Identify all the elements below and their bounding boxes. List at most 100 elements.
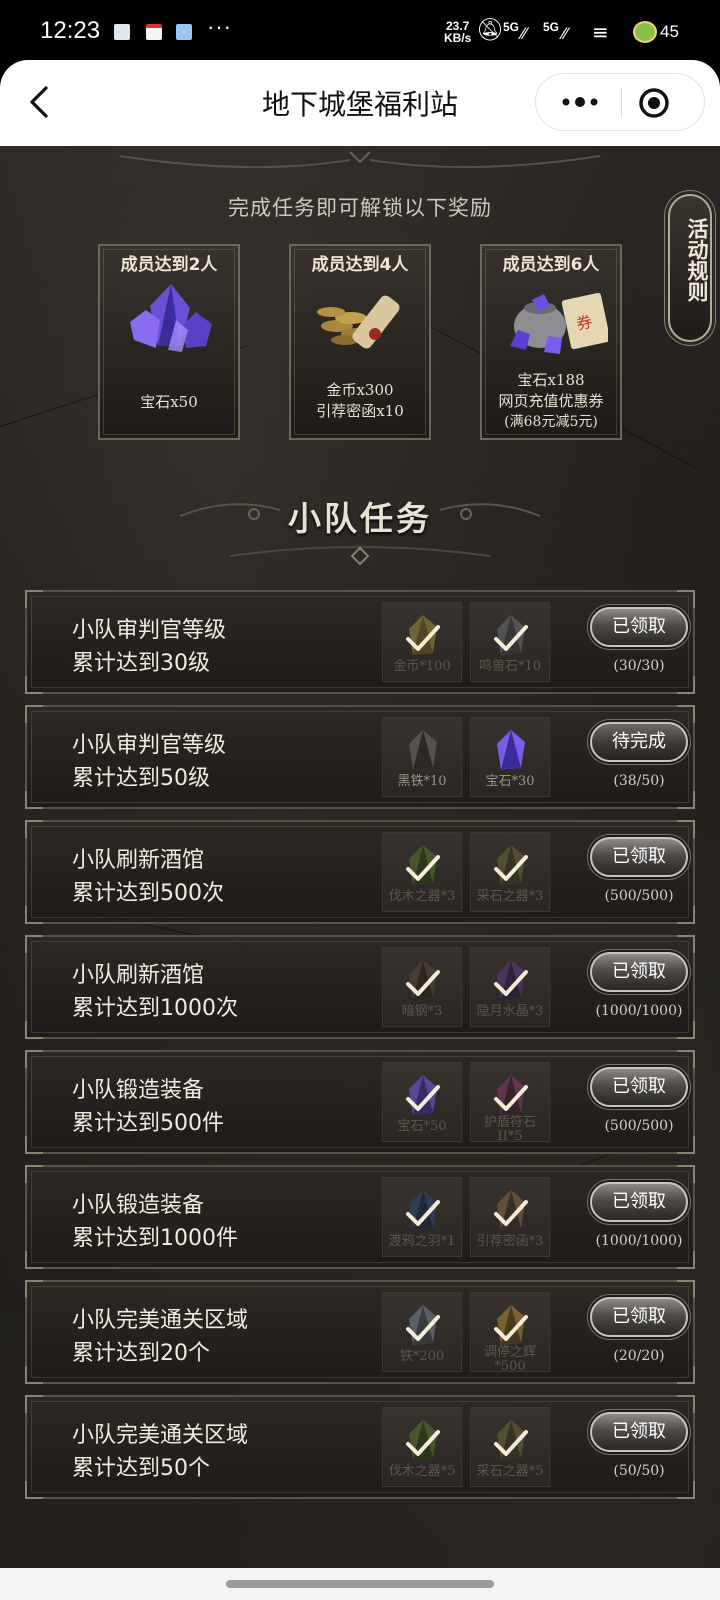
reward-item[interactable]: 宝石*50 (382, 1062, 462, 1142)
task-title: 小队审判官等级 (72, 733, 227, 758)
reward-desc-line: 宝石x188 (517, 371, 585, 389)
task-status-button[interactable]: 已领取 (590, 952, 688, 992)
mute-bell-icon: 🔕︎ (476, 18, 504, 43)
reward-item[interactable]: 伐木之器*3 (382, 832, 462, 912)
task-status-button[interactable]: 已领取 (590, 1067, 688, 1107)
task-frame-corner (677, 791, 695, 809)
task-status-button[interactable]: 已领取 (590, 1182, 688, 1222)
task-title: 小队锻造装备 (72, 1193, 205, 1218)
reward-item[interactable]: 护盾符石 II*5 (470, 1062, 550, 1144)
reward-item-label: 隐月水晶*3 (476, 1004, 544, 1019)
signal-bars-2-icon: ⁄⁄ (562, 24, 568, 43)
reward-item[interactable]: 暗钢*3 (382, 947, 462, 1027)
reward-title: 成员达到6人 (502, 255, 600, 275)
more-options-icon[interactable] (558, 86, 602, 118)
reward-title: 成员达到2人 (120, 255, 218, 275)
reward-desc-line: 金币x300 (326, 381, 394, 399)
task-progress: (500/500) (604, 1118, 674, 1134)
task-frame-corner (25, 791, 43, 809)
task-title: 小队刷新酒馆 (72, 963, 205, 988)
task-status-button[interactable]: 已领取 (590, 837, 688, 877)
task-status-button[interactable]: 待完成 (590, 722, 688, 762)
task-row: 小队审判官等级 累计达到30级 金币*100 鸣兽石*10 已领取 (30/30) (25, 590, 695, 694)
task-progress: (30/30) (613, 658, 665, 674)
task-frame-corner (25, 1395, 43, 1413)
reward-item[interactable]: 宝石*30 (470, 717, 550, 797)
black-iron-icon (409, 730, 437, 770)
reward-desc-line: 网页充值优惠券 (498, 392, 604, 410)
task-frame-corner (25, 1366, 43, 1384)
battery-level: 45 (660, 22, 679, 41)
task-title: 小队审判官等级 (72, 618, 227, 643)
more-notifications-icon: ··· (207, 14, 232, 39)
task-frame-corner (25, 1165, 43, 1183)
claimed-check-icon (406, 1200, 440, 1226)
reward-item-label: 宝石*50 (397, 1119, 447, 1134)
reward-item[interactable]: 铁*200 (382, 1292, 462, 1372)
mini-program-header: 地下城堡福利站 (0, 60, 720, 146)
task-title: 小队刷新酒馆 (72, 848, 205, 873)
reward-item-label-2: II*5 (497, 1129, 523, 1144)
reward-item-label: 金币*100 (393, 659, 451, 674)
activity-panel: 完成任务即可解锁以下奖励 活动规则 成员达到2人 宝石x50 成员达到4人 金币… (0, 146, 720, 1568)
reward-item[interactable]: 黑铁*10 (382, 717, 462, 797)
reward-item-label: 伐木之器*3 (388, 889, 456, 904)
claimed-check-icon (494, 1430, 528, 1456)
task-status-button[interactable]: 已领取 (590, 1297, 688, 1337)
claimed-check-icon (494, 1200, 528, 1226)
task-frame-corner (25, 705, 43, 723)
task-frame-corner (25, 1136, 43, 1154)
reward-item-label: 采石之器*5 (476, 1464, 544, 1479)
reward-item[interactable]: 采石之器*5 (470, 1407, 550, 1487)
app-notification-icon (176, 24, 192, 40)
reward-item[interactable]: 金币*100 (382, 602, 462, 682)
activity-rules-label: 活动规则 (685, 218, 709, 302)
task-row: 小队完美通关区域 累计达到20个 铁*200 调停之辉 *500 已领取 (20/20) (25, 1280, 695, 1384)
intro-text: 完成任务即可解锁以下奖励 (228, 196, 492, 220)
reward-item[interactable]: 伐木之器*5 (382, 1407, 462, 1487)
task-frame-corner (25, 590, 43, 608)
task-progress: (20/20) (613, 1348, 665, 1364)
network-speed-unit: KB/s (444, 31, 472, 45)
top-ornament (119, 151, 601, 169)
reward-item[interactable]: 引荐密函*3 (470, 1177, 550, 1257)
task-title: 小队完美通关区域 (72, 1423, 249, 1448)
reward-item[interactable]: 采石之器*3 (470, 832, 550, 912)
task-row: 小队锻造装备 累计达到1000件 渡鸦之羽*1 引荐密函*3 已领取 (1000/1000… (25, 1165, 695, 1269)
close-miniprogram-icon[interactable] (636, 85, 672, 121)
claimed-check-icon (494, 970, 528, 996)
reward-item[interactable]: 鸣兽石*10 (470, 602, 550, 682)
task-goal: 累计达到20个 (72, 1341, 210, 1366)
task-goal: 累计达到50个 (72, 1456, 210, 1481)
reward-item[interactable]: 隐月水晶*3 (470, 947, 550, 1027)
calendar-notification-icon (146, 24, 162, 40)
gem-icon (497, 730, 525, 770)
task-status-button[interactable]: 已领取 (590, 607, 688, 647)
reward-title: 成员达到4人 (311, 255, 409, 275)
task-row: 小队锻造装备 累计达到500件 宝石*50 护盾符石 II*5 已领取 (500/500) (25, 1050, 695, 1154)
reward-item-label: 渡鸦之羽*1 (388, 1234, 456, 1249)
task-frame-corner (25, 1481, 43, 1499)
task-frame-corner (677, 1481, 695, 1499)
task-progress: (50/50) (613, 1463, 665, 1479)
reward-item[interactable]: 调停之辉 *500 (470, 1292, 550, 1374)
reward-item-label-2: *500 (494, 1359, 526, 1374)
reward-item-label: 调停之辉 (483, 1345, 536, 1360)
task-status-button[interactable]: 已领取 (590, 1412, 688, 1452)
reward-card-6-members: 成员达到6人 券 宝石x188 网页充值优惠券 (满68元减5元) (480, 244, 622, 440)
task-frame-corner (25, 1251, 43, 1269)
task-frame-corner (677, 935, 695, 953)
reward-item[interactable]: 渡鸦之羽*1 (382, 1177, 462, 1257)
activity-rules-button[interactable]: 活动规则 (668, 194, 712, 342)
section-title: 小队任务 (288, 499, 432, 538)
task-title: 小队完美通关区域 (72, 1308, 249, 1333)
task-goal: 累计达到1000件 (72, 1226, 238, 1251)
reward-item-label: 暗钢*3 (401, 1004, 443, 1019)
claimed-check-icon (494, 625, 528, 651)
task-goal: 累计达到500件 (72, 1111, 224, 1136)
reward-desc-line: 宝石x50 (140, 393, 198, 411)
task-progress: (500/500) (604, 888, 674, 904)
task-row: 小队审判官等级 累计达到50级 黑铁*10 宝石*30 待完成 (38/50) (25, 705, 695, 809)
task-frame-corner (677, 1280, 695, 1298)
home-indicator[interactable] (226, 1580, 494, 1588)
